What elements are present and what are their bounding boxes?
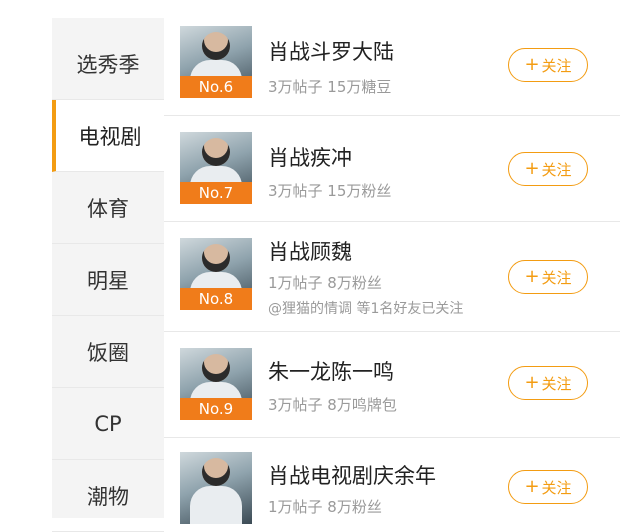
list-item[interactable]: No.8 肖战顾魏 1万帖子 8万粉丝 @狸猫的情调 等1名好友已关注 + 关注 xyxy=(164,222,620,332)
follow-label: 关注 xyxy=(541,56,572,75)
cover-figure-head xyxy=(202,244,230,272)
cover-image: No.7 xyxy=(180,132,252,204)
follow-button[interactable]: + 关注 xyxy=(508,470,588,504)
cover-figure-head xyxy=(202,32,230,60)
plus-icon: + xyxy=(524,54,540,75)
sidebar-item-chaowu[interactable]: 潮物 xyxy=(52,460,164,532)
cover-figure-head xyxy=(202,138,230,166)
follow-button[interactable]: + 关注 xyxy=(508,152,588,186)
item-stats: 3万帖子 15万粉丝 xyxy=(268,182,392,200)
item-title: 肖战疾冲 xyxy=(268,146,352,170)
item-title: 肖战斗罗大陆 xyxy=(268,40,394,64)
category-sidebar: 选秀季 电视剧 体育 明星 饭圈 CP 潮物 xyxy=(52,18,164,532)
item-title: 朱一龙陈一鸣 xyxy=(268,360,394,384)
friends-followed-note: @狸猫的情调 等1名好友已关注 xyxy=(268,301,464,317)
plus-icon: + xyxy=(524,266,540,287)
follow-label: 关注 xyxy=(541,478,572,497)
item-stats: 1万帖子 8万粉丝 xyxy=(268,498,382,516)
sidebar-item-mingxing[interactable]: 明星 xyxy=(52,244,164,316)
cover-image: No.6 xyxy=(180,26,252,98)
rank-badge: No.8 xyxy=(180,288,252,310)
rank-badge: No.9 xyxy=(180,398,252,420)
sidebar-item-cp[interactable]: CP xyxy=(52,388,164,460)
rank-badge: No.7 xyxy=(180,182,252,204)
sidebar-item-fanquan[interactable]: 饭圈 xyxy=(52,316,164,388)
item-stats: 1万帖子 8万粉丝 xyxy=(268,274,382,292)
rank-badge: No.6 xyxy=(180,76,252,98)
follow-button[interactable]: + 关注 xyxy=(508,366,588,400)
follow-label: 关注 xyxy=(541,160,572,179)
plus-icon: + xyxy=(524,158,540,179)
cover-figure-body xyxy=(190,486,242,524)
list-item[interactable]: No.6 肖战斗罗大陆 3万帖子 15万糖豆 + 关注 xyxy=(164,14,620,116)
cover-image: No.8 xyxy=(180,238,252,310)
cover-figure-head xyxy=(202,458,230,486)
cover-image: No.9 xyxy=(180,348,252,420)
follow-button[interactable]: + 关注 xyxy=(508,260,588,294)
item-stats: 3万帖子 15万糖豆 xyxy=(268,78,392,96)
cover-image xyxy=(180,452,252,524)
plus-icon: + xyxy=(524,476,540,497)
follow-button[interactable]: + 关注 xyxy=(508,48,588,82)
item-stats: 3万帖子 8万鸣牌包 xyxy=(268,396,397,414)
list-item[interactable]: No.9 朱一龙陈一鸣 3万帖子 8万鸣牌包 + 关注 xyxy=(164,332,620,438)
sidebar-item-tiyu[interactable]: 体育 xyxy=(52,172,164,244)
list-item[interactable]: No.7 肖战疾冲 3万帖子 15万粉丝 + 关注 xyxy=(164,116,620,222)
list-item[interactable]: 肖战电视剧庆余年 1万帖子 8万粉丝 + 关注 xyxy=(164,438,620,524)
sidebar-item-dianshiju[interactable]: 电视剧 xyxy=(52,100,164,172)
follow-label: 关注 xyxy=(541,268,572,287)
sidebar-item-xuanxiuji[interactable]: 选秀季 xyxy=(52,28,164,100)
plus-icon: + xyxy=(524,372,540,393)
follow-label: 关注 xyxy=(541,374,572,393)
cover-figure-head xyxy=(202,354,230,382)
item-title: 肖战顾魏 xyxy=(268,240,352,264)
item-title: 肖战电视剧庆余年 xyxy=(268,464,436,488)
